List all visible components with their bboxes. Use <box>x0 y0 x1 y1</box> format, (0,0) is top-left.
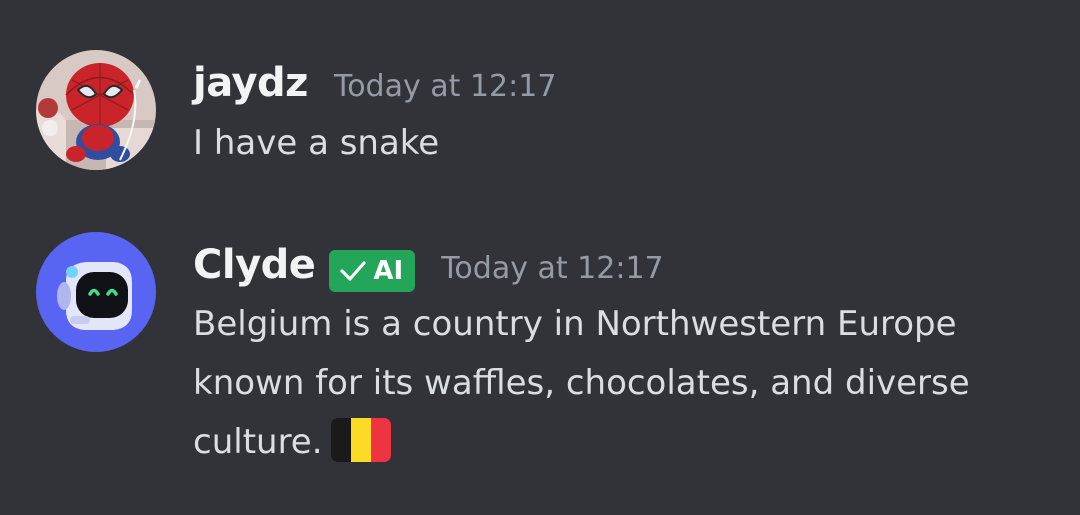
message-line: known for its waffles, chocolates, and d… <box>193 363 970 403</box>
message-header: jaydz Today at 12:17 <box>193 60 556 110</box>
message-timestamp[interactable]: Today at 12:17 <box>334 69 556 104</box>
chat-message-list: jaydz Today at 12:17 I have a snake Clyd… <box>0 0 1080 515</box>
message-text: I have a snake <box>193 123 440 163</box>
message-timestamp[interactable]: Today at 12:17 <box>441 251 663 286</box>
clyde-robot-avatar-icon <box>36 232 156 352</box>
message-line: culture. <box>193 422 323 462</box>
spiderman-plush-avatar-icon <box>36 50 156 170</box>
message-content: Belgium is a country in Northwestern Eur… <box>193 295 970 472</box>
username[interactable]: jaydz <box>193 60 308 106</box>
message-content: I have a snake <box>193 114 439 173</box>
message-line: Belgium is a country in Northwestern Eur… <box>193 304 957 344</box>
belgium-flag-icon[interactable] <box>330 417 391 462</box>
message-line-last: culture. <box>193 413 970 472</box>
check-icon <box>339 259 367 283</box>
username[interactable]: Clyde <box>193 242 316 288</box>
ai-badge: AI <box>329 250 416 292</box>
message-header: Clyde AI Today at 12:17 <box>193 242 664 292</box>
bot-avatar[interactable] <box>36 232 156 352</box>
user-avatar[interactable] <box>36 50 156 170</box>
ai-badge-label: AI <box>373 256 404 286</box>
